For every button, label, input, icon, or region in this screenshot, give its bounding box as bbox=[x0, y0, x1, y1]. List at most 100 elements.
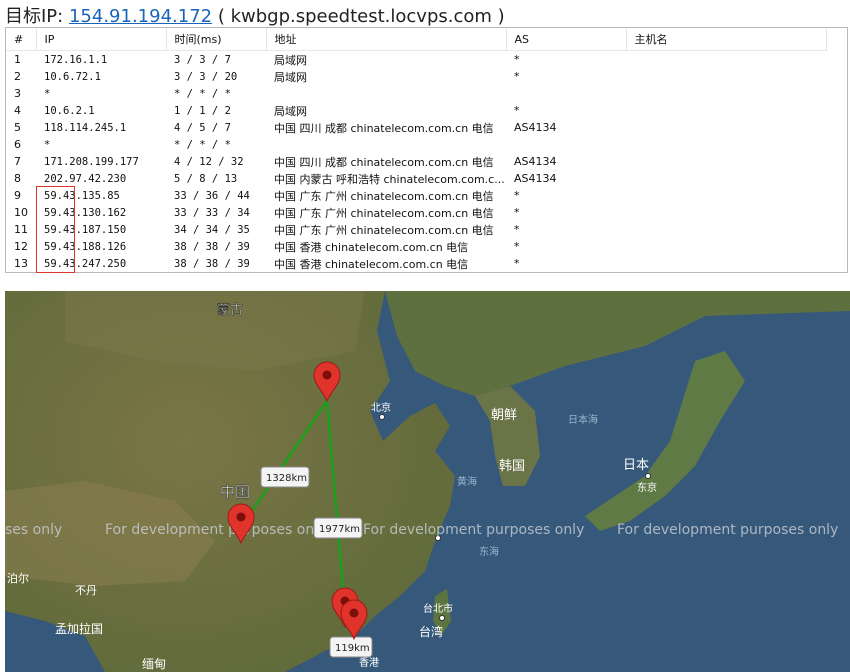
target-host: ( kwbgp.speedtest.locvps.com ) bbox=[217, 6, 505, 27]
table-row[interactable]: 8 202.97.42.230 5 / 8 / 13 中国 内蒙古 呼和浩特 chin… bbox=[6, 170, 826, 187]
hop-address: 中国 四川 成都 chinatelecom.com.cn 电信 bbox=[274, 121, 494, 135]
hop-address: 中国 广东 广州 chinatelecom.com.cn 电信 bbox=[274, 206, 494, 220]
label-hongkong: 香港 bbox=[359, 657, 379, 669]
hop-index: 6 bbox=[14, 138, 21, 151]
hop-as bbox=[506, 85, 626, 102]
hop-time: 38 / 38 / 39 bbox=[174, 240, 250, 253]
table-row[interactable]: 12 59.43.188.126 38 / 38 / 39 中国 香港 chinate… bbox=[6, 238, 826, 255]
hop-ip: 59.43.188.126 bbox=[44, 240, 127, 253]
table-row[interactable]: 11 59.43.187.150 34 / 34 / 35 中国 广东 广州 chin… bbox=[6, 221, 826, 238]
hop-index: 1 bbox=[14, 53, 21, 66]
label-korea-north: 朝鲜 bbox=[491, 408, 517, 423]
tokyo-dot-icon bbox=[645, 473, 651, 479]
hop-as: * bbox=[514, 70, 520, 83]
hop-hostname bbox=[626, 85, 826, 102]
hop-index: 2 bbox=[14, 70, 21, 83]
hop-as bbox=[506, 136, 626, 153]
label-bangladesh: 孟加拉国 bbox=[55, 621, 103, 636]
hop-as: * bbox=[514, 104, 520, 117]
table-row[interactable]: 13 59.43.247.250 38 / 38 / 39 中国 香港 chinate… bbox=[6, 255, 826, 272]
hop-time: 33 / 36 / 44 bbox=[174, 189, 250, 202]
hop-address: 局域网 bbox=[274, 53, 307, 67]
hop-ip: 172.16.1.1 bbox=[44, 53, 108, 66]
hop-as: * bbox=[514, 206, 520, 219]
distance-label: 119km bbox=[335, 643, 370, 654]
hop-address bbox=[266, 136, 506, 153]
hop-hostname bbox=[626, 102, 826, 119]
table-row[interactable]: 10 59.43.130.162 33 / 33 / 34 中国 广东 广州 chin… bbox=[6, 204, 826, 221]
table-row[interactable]: 5 118.114.245.1 4 / 5 / 7 中国 四川 成都 chinatel… bbox=[6, 119, 826, 136]
col-header-ip[interactable]: IP bbox=[36, 28, 167, 51]
traceroute-panel: # IP 时间(ms) 地址 AS 主机名 1 172.16.1.1 3 / 3 /… bbox=[5, 27, 848, 273]
label-taipei: 台北市 bbox=[423, 602, 453, 615]
hop-time: 34 / 34 / 35 bbox=[174, 223, 250, 236]
hop-ip: 202.97.42.230 bbox=[44, 172, 127, 185]
hop-time: 4 / 5 / 7 bbox=[174, 121, 231, 134]
hop-time: * / * / * bbox=[174, 87, 231, 100]
col-header-hostname[interactable]: 主机名 bbox=[626, 28, 827, 51]
hop-hostname bbox=[626, 204, 826, 221]
hop-index: 12 bbox=[14, 240, 28, 253]
hop-as: AS4134 bbox=[514, 172, 557, 185]
table-row[interactable]: 1 172.16.1.1 3 / 3 / 7 局域网 * bbox=[6, 51, 826, 69]
table-row[interactable]: 9 59.43.135.85 33 / 36 / 44 中国 广东 广州 chinat… bbox=[6, 187, 826, 204]
hop-as: * bbox=[514, 223, 520, 236]
hop-index: 5 bbox=[14, 121, 21, 134]
hop-time: 5 / 8 / 13 bbox=[174, 172, 238, 185]
hop-ip: * bbox=[44, 87, 51, 100]
hop-ip: * bbox=[44, 138, 51, 151]
hop-hostname bbox=[626, 136, 826, 153]
hop-index: 11 bbox=[14, 223, 28, 236]
hop-address: 中国 内蒙古 呼和浩特 chinatelecom.com.c... bbox=[274, 172, 505, 186]
table-row[interactable]: 3 * * / * / * bbox=[6, 85, 826, 102]
hop-time: 3 / 3 / 20 bbox=[174, 70, 238, 83]
watermark-text: ses only bbox=[5, 522, 62, 538]
hop-index: 4 bbox=[14, 104, 21, 117]
hop-index: 3 bbox=[14, 87, 21, 100]
table-row[interactable]: 7 171.208.199.177 4 / 12 / 32 中国 四川 成都 chin… bbox=[6, 153, 826, 170]
hop-index: 9 bbox=[14, 189, 21, 202]
hop-hostname bbox=[626, 221, 826, 238]
hop-address bbox=[266, 85, 506, 102]
label-china: 中国 bbox=[220, 483, 250, 501]
hop-address: 中国 广东 广州 chinatelecom.com.cn 电信 bbox=[274, 189, 494, 203]
hop-address: 中国 广东 广州 chinatelecom.com.cn 电信 bbox=[274, 223, 494, 237]
table-row[interactable]: 6 * * / * / * bbox=[6, 136, 826, 153]
hop-as: * bbox=[514, 53, 520, 66]
col-header-time[interactable]: 时间(ms) bbox=[166, 28, 267, 51]
target-ip-link[interactable]: 154.91.194.172 bbox=[69, 6, 212, 27]
label-japan: 日本 bbox=[623, 458, 649, 473]
col-header-index[interactable]: # bbox=[6, 28, 37, 51]
hop-as: * bbox=[514, 240, 520, 253]
col-header-address[interactable]: 地址 bbox=[266, 28, 507, 51]
hop-as: * bbox=[514, 189, 520, 202]
hop-ip: 171.208.199.177 bbox=[44, 155, 139, 168]
hop-index: 13 bbox=[14, 257, 28, 270]
col-header-as[interactable]: AS bbox=[506, 28, 627, 51]
hop-time: * / * / * bbox=[174, 138, 231, 151]
hop-address: 局域网 bbox=[274, 104, 307, 118]
hop-time: 3 / 3 / 7 bbox=[174, 53, 231, 66]
distance-label: 1328km bbox=[266, 473, 307, 484]
label-korea-south: 韩国 bbox=[499, 459, 525, 474]
table-row[interactable]: 4 10.6.2.1 1 / 1 / 2 局域网 * bbox=[6, 102, 826, 119]
hop-as: AS4134 bbox=[514, 155, 557, 168]
table-row[interactable]: 2 10.6.72.1 3 / 3 / 20 局域网 * bbox=[6, 68, 826, 85]
route-map[interactable]: 蒙古 中国 北京 朝鲜 韩国 日本海 日本 东京 黄海 东海 台北市 台湾 香港… bbox=[5, 291, 850, 672]
hop-ip: 10.6.72.1 bbox=[44, 70, 101, 83]
hop-address: 中国 香港 chinatelecom.com.cn 电信 bbox=[274, 257, 469, 271]
label-taiwan: 台湾 bbox=[419, 624, 443, 639]
hop-address: 中国 香港 chinatelecom.com.cn 电信 bbox=[274, 240, 469, 254]
label-beijing: 北京 bbox=[371, 401, 391, 414]
hop-hostname bbox=[626, 51, 826, 69]
hop-index: 8 bbox=[14, 172, 21, 185]
map-canvas[interactable]: 蒙古 中国 北京 朝鲜 韩国 日本海 日本 东京 黄海 东海 台北市 台湾 香港… bbox=[5, 291, 850, 672]
hop-ip: 59.43.130.162 bbox=[44, 206, 127, 219]
target-title: 目标IP: 154.91.194.172 ( kwbgp.speedtest.l… bbox=[5, 2, 505, 27]
hop-hostname bbox=[626, 187, 826, 204]
hop-ip: 59.43.187.150 bbox=[44, 223, 127, 236]
distance-label: 1977km bbox=[319, 524, 360, 535]
hop-time: 1 / 1 / 2 bbox=[174, 104, 231, 117]
hop-index: 10 bbox=[14, 206, 28, 219]
hop-hostname bbox=[626, 238, 826, 255]
